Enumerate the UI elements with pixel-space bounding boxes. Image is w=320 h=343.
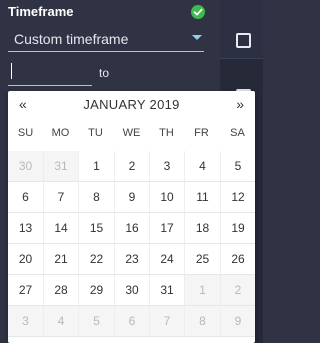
day-cell[interactable]: 5 [220, 151, 255, 182]
day-cell-outside-month[interactable]: 3 [8, 306, 43, 337]
day-cell[interactable]: 8 [78, 182, 114, 213]
from-date-input[interactable] [8, 58, 92, 86]
weekday-label: WE [122, 127, 141, 139]
next-month-button[interactable]: » [236, 96, 244, 112]
to-label: to [99, 66, 110, 80]
day-cell[interactable]: 27 [8, 275, 43, 306]
day-cell[interactable]: 2 [114, 151, 149, 182]
date-picker: « JANUARY 2019 » SU MO TU WE TH FR SA 30 31 1 2 3 4… [8, 91, 255, 343]
timeframe-title: Timeframe [8, 4, 74, 19]
weekday-label: TU [88, 127, 103, 139]
day-cell[interactable]: 4 [184, 151, 220, 182]
day-cell-outside-month[interactable]: 4 [43, 306, 78, 337]
day-cell[interactable]: 29 [78, 275, 114, 306]
day-cell[interactable]: 23 [114, 244, 149, 275]
day-cell[interactable]: 18 [184, 213, 220, 244]
day-cell[interactable]: 24 [149, 244, 184, 275]
day-cell-outside-month[interactable]: 7 [149, 306, 184, 337]
timeframe-select[interactable]: Custom timeframe [8, 25, 204, 52]
day-cell-outside-month[interactable]: 30 [8, 151, 43, 182]
day-cell[interactable]: 22 [78, 244, 114, 275]
day-cell-outside-month[interactable]: 6 [114, 306, 149, 337]
day-cell-outside-month[interactable]: 5 [78, 306, 114, 337]
day-cell[interactable]: 3 [149, 151, 184, 182]
day-cell[interactable]: 7 [43, 182, 78, 213]
caret-down-icon [192, 35, 202, 40]
day-cell-outside-month[interactable]: 1 [184, 275, 220, 306]
day-cell-outside-month[interactable]: 2 [220, 275, 255, 306]
day-cell[interactable]: 30 [114, 275, 149, 306]
day-cell[interactable]: 25 [184, 244, 220, 275]
day-cell[interactable]: 21 [43, 244, 78, 275]
day-cell-outside-month[interactable]: 31 [43, 151, 78, 182]
day-cell[interactable]: 1 [78, 151, 114, 182]
weekday-label: TH [159, 127, 174, 139]
day-cell[interactable]: 11 [184, 182, 220, 213]
day-cell[interactable]: 10 [149, 182, 184, 213]
day-cell[interactable]: 16 [114, 213, 149, 244]
day-cell[interactable]: 28 [43, 275, 78, 306]
day-cell[interactable]: 20 [8, 244, 43, 275]
day-cell[interactable]: 31 [149, 275, 184, 306]
day-cell-outside-month[interactable]: 8 [184, 306, 220, 337]
date-picker-header: « JANUARY 2019 » [8, 91, 255, 117]
weekday-label: MO [51, 127, 70, 139]
text-cursor [11, 63, 12, 79]
day-cell[interactable]: 12 [220, 182, 255, 213]
weekday-label: SA [230, 127, 245, 139]
day-cell[interactable]: 26 [220, 244, 255, 275]
day-cell[interactable]: 15 [78, 213, 114, 244]
day-cell[interactable]: 9 [114, 182, 149, 213]
day-cell[interactable]: 14 [43, 213, 78, 244]
side-strip-row [220, 0, 263, 59]
day-cell[interactable]: 6 [8, 182, 43, 213]
weekday-label: FR [194, 127, 209, 139]
month-label[interactable]: JANUARY 2019 [8, 97, 255, 112]
weekday-header: SU MO TU WE TH FR SA [8, 127, 255, 141]
day-cell-outside-month[interactable]: 9 [220, 306, 255, 337]
weekday-label: SU [17, 127, 34, 139]
day-cell[interactable]: 19 [220, 213, 255, 244]
check-circle-icon [191, 5, 205, 19]
day-cell[interactable]: 17 [149, 213, 184, 244]
day-cell[interactable]: 13 [8, 213, 43, 244]
timeframe-select-value: Custom timeframe [14, 31, 129, 47]
checkbox[interactable] [236, 33, 251, 48]
